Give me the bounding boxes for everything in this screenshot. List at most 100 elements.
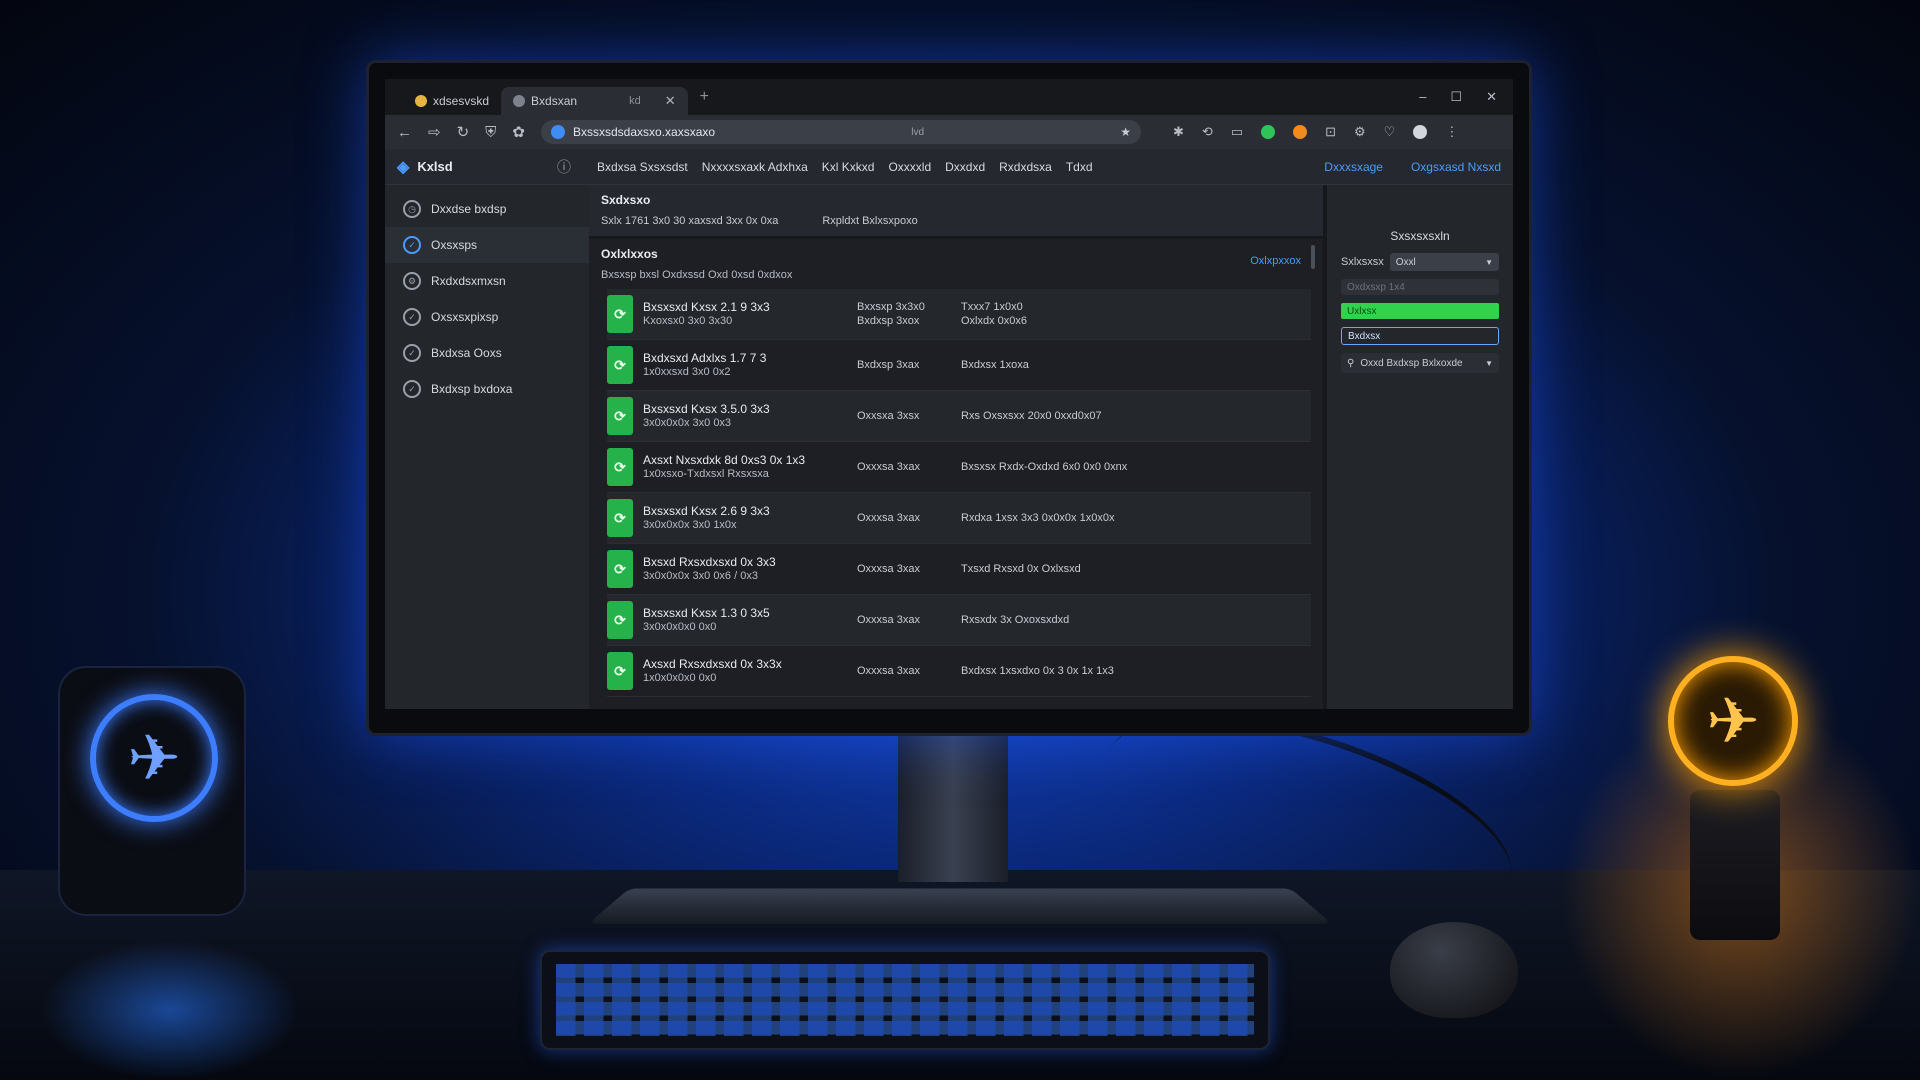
back-icon[interactable]: ← <box>397 124 412 141</box>
sidebar-item-label: Bxdxsp bxdoxa <box>431 382 513 396</box>
nav-item[interactable]: Kxl Kxkxd <box>822 160 875 174</box>
list-link[interactable]: Oxlxpxxox <box>1250 255 1301 267</box>
table-row[interactable]: ⟳ Bxsxsxd Kxsx 2.1 9 3x3 Kxoxsx0 3x0 3x30 B… <box>607 289 1311 340</box>
table-row[interactable]: ⟳ Bxsxsxd Kxsx 1.3 0 3x5 3x0x0x0x0 0x0 Oxxx… <box>607 595 1311 646</box>
shield-icon[interactable]: ⛨ <box>485 124 496 141</box>
sidebar-item[interactable]: ✓ Oxsxsps <box>385 227 589 263</box>
panel-select[interactable]: Oxxl ▼ <box>1389 253 1499 271</box>
nav-item[interactable]: Oxxxxld <box>888 160 931 174</box>
row-name: Bxsxsxd Kxsx 2.1 9 3x3 Kxoxsx0 3x0 3x30 <box>643 300 857 328</box>
sidebar-item-label: Oxsxsxpixsp <box>431 310 499 324</box>
bookmark-star-icon[interactable]: ★ <box>1120 125 1131 139</box>
maximize-button[interactable]: ☐ <box>1450 89 1462 105</box>
row-desc: Bxdxsx 1xoxa <box>961 358 1029 372</box>
menu-kebab-icon[interactable]: ⋮ <box>1445 124 1458 140</box>
row-size: Bxxsxp 3x3x0 Bxdxsp 3xox <box>857 300 961 328</box>
address-bar[interactable]: Bxssxsdsdaxsxo.xaxsxaxo lvd ★ <box>541 120 1141 144</box>
check-circle-icon: ✓ <box>403 308 421 326</box>
minimize-button[interactable]: – <box>1419 89 1426 105</box>
heart-icon[interactable]: ♡ <box>1384 124 1396 140</box>
app-brand[interactable]: ◈ Kxlsd <box>397 157 557 177</box>
blue-glow <box>40 940 300 1080</box>
profile-avatar-icon[interactable] <box>1413 125 1428 139</box>
file-icon: ⟳ <box>607 448 633 486</box>
file-icon: ⟳ <box>607 397 633 435</box>
table-row[interactable]: ⟳ Bxdxsxd Adxlxs 1.7 7 3 1x0xxsxd 3x0 0x2 B… <box>607 340 1311 391</box>
scrollbar[interactable] <box>1311 245 1315 269</box>
site-info-icon[interactable] <box>551 125 565 139</box>
sidebar-item[interactable]: ✓ Bxdxsp bxdoxa <box>385 371 589 407</box>
table-row[interactable]: ⟳ Axsxd Rxsxdxsxd 0x 3x3x 1x0x0x0x0 0x0 Oxx… <box>607 646 1311 697</box>
browser-toolbar: ← ⇨ ↻ ⛨ ✿ Bxssxsdsdaxsxo.xaxsxaxo lvd ★ … <box>385 115 1513 149</box>
list-header: Oxlxlxxos Bxsxsp bxsl Oxdxssd Oxd 0xsd 0… <box>589 239 1323 289</box>
row-name-primary: Bxdxsxd Adxlxs 1.7 7 3 <box>643 351 767 365</box>
puzzle-icon[interactable]: ✱ <box>1173 124 1184 140</box>
row-name: Bxsxsxd Kxsx 3.5.0 3x3 3x0x0x0x 3x0 0x3 <box>643 402 857 430</box>
nav-item[interactable]: Nxxxxsxaxk Adxhxa <box>702 160 808 174</box>
link-icon: ⚲ <box>1347 357 1355 369</box>
help-circle-icon[interactable]: ⓘ <box>557 157 571 177</box>
panel-input[interactable]: Oxdxsxp 1x4 <box>1341 279 1499 295</box>
sidebar-item[interactable]: ✓ Oxsxsxpixsp <box>385 299 589 335</box>
table-row[interactable]: ⟳ Axsxt Nxsxdxk 8d 0xs3 0x 1x3 1x0xsxo-Txd… <box>607 442 1311 493</box>
green-action-button[interactable]: Uxlxsx <box>1341 303 1499 319</box>
panel-dropdown[interactable]: ⚲ Oxxd Bxdxsp Bxlxoxde ▼ <box>1341 353 1499 373</box>
table-row[interactable]: ⟳ Bxsxsxd Kxsx 3.5.0 3x3 3x0x0x0x 3x0 0x3 O… <box>607 391 1311 442</box>
row-name: Bxsxd Rxsxdxsxd 0x 3x3 3x0x0x0x 3x0 0x6 /… <box>643 555 857 583</box>
tab-label: xdsesvskd <box>433 94 490 108</box>
row-desc-primary: Bxsxsx Rxdx-Oxdxd 6x0 0x0 0xnx <box>961 461 1128 473</box>
meta-left: Sxlx 1761 3x0 30 xaxsxd 3xx 0x 0xa <box>601 215 779 227</box>
sidebar-item[interactable]: ⚙ Rxdxdsxmxsn <box>385 263 589 299</box>
file-icon: ⟳ <box>607 346 633 384</box>
row-size-primary: Oxxsxa 3xsx <box>857 410 920 422</box>
row-name: Bxsxsxd Kxsx 1.3 0 3x5 3x0x0x0x0 0x0 <box>643 606 857 634</box>
extension-icon[interactable]: ✿ <box>512 123 525 141</box>
lamp-emblem-icon: ✈ <box>1668 656 1798 786</box>
screenshot-icon[interactable]: ⊡ <box>1325 124 1336 140</box>
row-size-primary: Oxxxsa 3xax <box>857 512 920 524</box>
row-desc-primary: Bxdxsx 1xsxdxo 0x 3 0x 1x 1x3 <box>961 665 1114 677</box>
header-link[interactable]: Oxgsxasd Nxsxd <box>1411 160 1501 174</box>
file-icon: ⟳ <box>607 652 633 690</box>
cast-icon[interactable]: ⟲ <box>1202 124 1213 140</box>
row-desc: Rxsxdx 3x Oxoxsxdxd <box>961 613 1069 627</box>
select-label: Sxlxsxsx <box>1341 256 1384 268</box>
close-tab-icon[interactable]: ✕ <box>665 93 676 109</box>
gear-icon[interactable]: ⚙ <box>1354 124 1366 140</box>
row-desc-primary: Txxx7 1x0x0 <box>961 301 1023 313</box>
screen: xdsesvskd Bxdsxan kd ✕ + – ☐ ✕ ← ⇨ ↻ ⛨ ✿ <box>385 79 1513 709</box>
meta-right[interactable]: Rxpldxt Bxlxsxpoxo <box>822 215 917 227</box>
chevron-down-icon: ▼ <box>1485 358 1493 368</box>
forward-icon[interactable]: ⇨ <box>428 123 441 141</box>
sidebar-item-label: Rxdxdsxmxsn <box>431 274 506 288</box>
browser-tab-1[interactable]: xdsesvskd <box>403 87 501 115</box>
left-speaker: ✈ <box>58 666 246 916</box>
nav-item[interactable]: Tdxd <box>1066 160 1093 174</box>
window-icon[interactable]: ▭ <box>1231 124 1243 140</box>
blue-input-field[interactable]: Bxdxsx <box>1341 327 1499 345</box>
sidebar: ◷ Dxxdse bxdsp ✓ Oxsxsps ⚙ Rxdxdsxmxsn ✓… <box>385 185 589 709</box>
sidebar-item[interactable]: ◷ Dxxdse bxdsp <box>385 191 589 227</box>
file-icon: ⟳ <box>607 601 633 639</box>
new-tab-button[interactable]: + <box>700 88 709 106</box>
sidebar-item-label: Bxdxsa Ooxs <box>431 346 502 360</box>
sidebar-item[interactable]: ✓ Bxdxsa Ooxs <box>385 335 589 371</box>
row-size: Oxxsxa 3xsx <box>857 409 961 423</box>
row-name-primary: Bxsxd Rxsxdxsxd 0x 3x3 <box>643 555 776 569</box>
table-row[interactable]: ⟳ Bxsxsxd Kxsx 2.6 9 3x3 3x0x0x0x 3x0 1x0x… <box>607 493 1311 544</box>
reload-icon[interactable]: ↻ <box>457 123 470 141</box>
header-link[interactable]: Dxxxsxage <box>1324 160 1383 174</box>
orange-extension-icon[interactable] <box>1293 125 1308 139</box>
green-extension-icon[interactable] <box>1261 125 1276 139</box>
table-row[interactable]: ⟳ Bxsxd Rxsxdxsxd 0x 3x3 3x0x0x0x 3x0 0x6 … <box>607 544 1311 595</box>
nav-item[interactable]: Dxxdxd <box>945 160 985 174</box>
row-size-secondary: Bxdxsp 3xox <box>857 315 920 327</box>
row-desc: Txsxd Rxsxd 0x Oxlxsxd <box>961 562 1081 576</box>
nav-item[interactable]: Rxdxdsxa <box>999 160 1052 174</box>
row-desc-primary: Rxdxa 1xsx 3x3 0x0x0x 1x0x0x <box>961 512 1115 524</box>
nav-item[interactable]: Bxdxsa Sxsxsdst <box>597 160 688 174</box>
close-window-button[interactable]: ✕ <box>1486 89 1497 105</box>
row-size: Oxxxsa 3xax <box>857 562 961 576</box>
browser-tab-2[interactable]: Bxdsxan kd ✕ <box>501 87 688 115</box>
row-desc: Bxdxsx 1xsxdxo 0x 3 0x 1x 1x3 <box>961 664 1114 678</box>
